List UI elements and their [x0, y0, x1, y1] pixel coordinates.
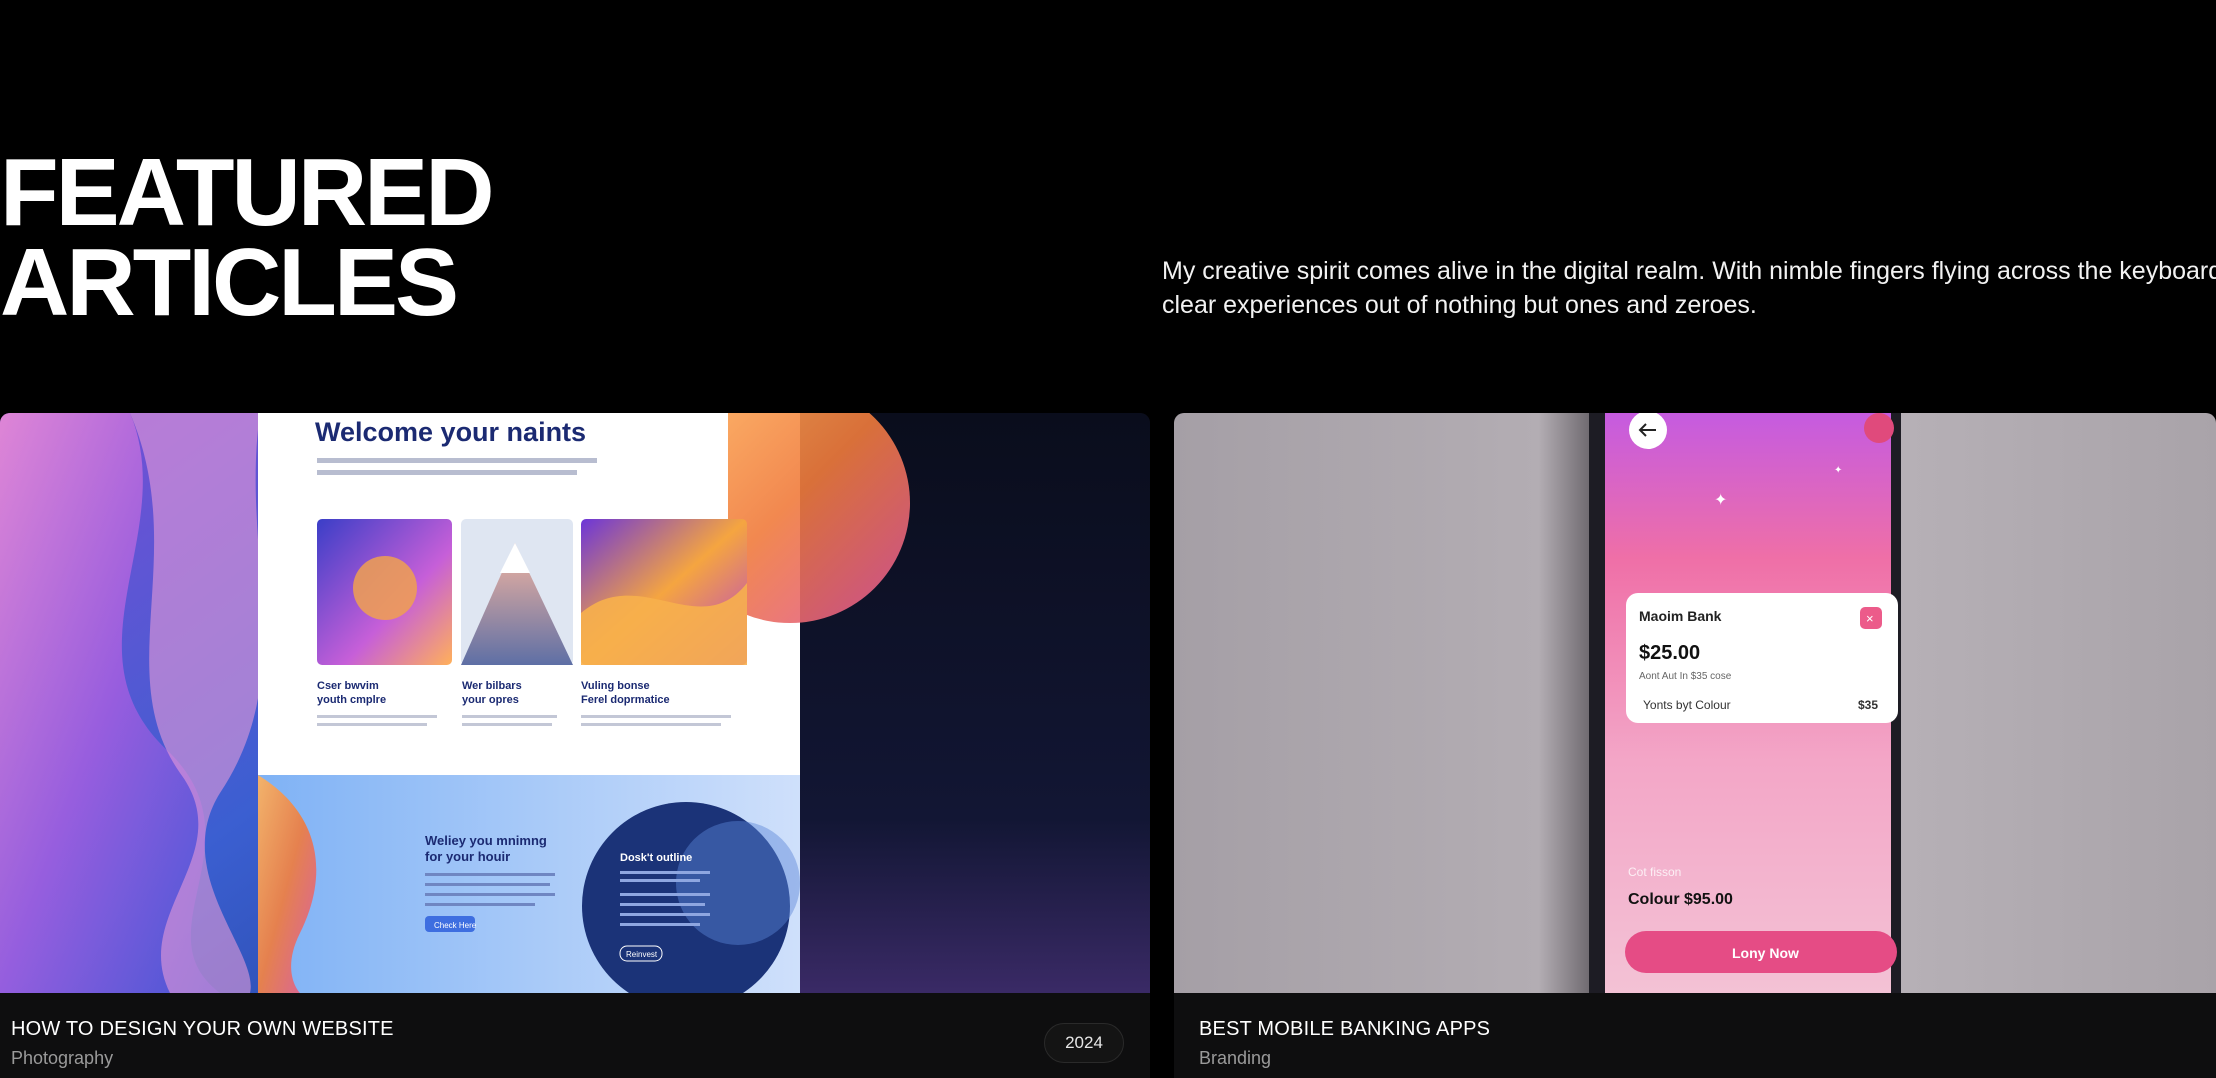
svg-text:Check Here: Check Here — [434, 921, 477, 930]
svg-text:Lony Now: Lony Now — [1732, 945, 1799, 961]
article-title-banking[interactable]: BEST MOBILE BANKING APPS — [1199, 1018, 1490, 1041]
article-category-banking: Branding — [1199, 1048, 1272, 1068]
mockup-heading: Welcome your naints — [315, 417, 586, 447]
svg-text:Reinvest: Reinvest — [626, 950, 658, 959]
svg-text:Cot fisson: Cot fisson — [1628, 865, 1681, 879]
svg-text:Weliey you mnimng: Weliey you mnimng — [425, 833, 547, 848]
article-thumbnail-website[interactable]: Welcome your naints Cser bwvim youth cmp… — [0, 413, 1150, 993]
article-card-banking[interactable]: ✦ ✦ Maoim Bank × $25.00 Aont Aut In $35 … — [1174, 413, 2216, 1078]
page-title: FEATURED ARTICLES — [0, 139, 495, 336]
bank-name: Maoim Bank — [1639, 608, 1722, 624]
banking-app-mockup-image: ✦ ✦ Maoim Bank × $25.00 Aont Aut In $35 … — [1174, 413, 2216, 993]
intro-line-2: clear experiences out of nothing but one… — [1162, 291, 1757, 319]
svg-text:for your houir: for your houir — [425, 849, 510, 864]
svg-text:✦: ✦ — [1834, 465, 1842, 476]
svg-text:Wer bilbars: Wer bilbars — [462, 680, 522, 692]
article-category-website: Photography — [11, 1048, 114, 1068]
svg-text:Vuling bonse: Vuling bonse — [581, 680, 650, 692]
svg-text:your opres: your opres — [462, 694, 519, 706]
page-title-line-1: FEATURED — [0, 139, 495, 246]
page-title-line-2: ARTICLES — [0, 229, 459, 336]
svg-text:✦: ✦ — [1714, 492, 1727, 509]
article-year-badge: 2024 — [1044, 1023, 1124, 1063]
svg-text:$35: $35 — [1858, 698, 1878, 712]
close-icon: × — [1866, 611, 1874, 626]
menu-icon — [1864, 413, 1894, 443]
website-mockup-image: Welcome your naints Cser bwvim youth cmp… — [0, 413, 1150, 993]
intro-line-1: My creative spirit comes alive in the di… — [1162, 257, 2216, 285]
svg-text:Ferel doprmatice: Ferel doprmatice — [581, 694, 670, 706]
svg-text:Colour $95.00: Colour $95.00 — [1628, 891, 1733, 908]
svg-text:Aont Aut In $35 cose: Aont Aut In $35 cose — [1639, 671, 1732, 682]
intro-paragraph: My creative spirit comes alive in the di… — [1162, 254, 2216, 322]
svg-text:Cser bwvim: Cser bwvim — [317, 680, 379, 692]
article-thumbnail-banking[interactable]: ✦ ✦ Maoim Bank × $25.00 Aont Aut In $35 … — [1174, 413, 2216, 993]
article-card-website[interactable]: Welcome your naints Cser bwvim youth cmp… — [0, 413, 1150, 1078]
svg-text:youth cmplre: youth cmplre — [317, 694, 386, 706]
article-title-website[interactable]: HOW TO DESIGN YOUR OWN WEBSITE — [11, 1018, 394, 1041]
svg-text:Yonts byt Colour: Yonts byt Colour — [1643, 698, 1731, 712]
balance-amount: $25.00 — [1639, 642, 1700, 664]
svg-text:Dosk't outline: Dosk't outline — [620, 852, 692, 864]
